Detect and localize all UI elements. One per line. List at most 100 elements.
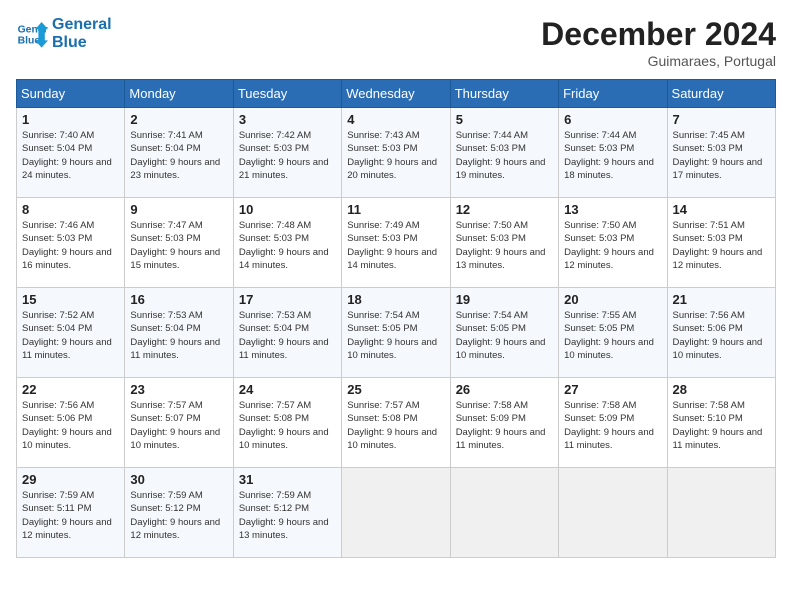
calendar-cell: 11 Sunrise: 7:49 AMSunset: 5:03 PMDayligh… [342,198,450,288]
day-number: 15 [22,292,119,307]
day-detail: Sunrise: 7:58 AMSunset: 5:09 PMDaylight:… [564,399,661,452]
day-detail: Sunrise: 7:42 AMSunset: 5:03 PMDaylight:… [239,129,336,182]
calendar-cell: 15 Sunrise: 7:52 AMSunset: 5:04 PMDayligh… [17,288,125,378]
day-number: 1 [22,112,119,127]
day-number: 29 [22,472,119,487]
day-detail: Sunrise: 7:57 AMSunset: 5:07 PMDaylight:… [130,399,227,452]
weekday-header: Wednesday [342,80,450,108]
calendar-cell: 4 Sunrise: 7:43 AMSunset: 5:03 PMDaylight… [342,108,450,198]
calendar-cell: 7Sunrise: 7:45 AMSunset: 5:03 PMDaylight… [667,108,775,198]
day-number: 17 [239,292,336,307]
day-number: 19 [456,292,553,307]
calendar-week-row: 29 Sunrise: 7:59 AMSunset: 5:11 PMDayligh… [17,468,776,558]
day-number: 27 [564,382,661,397]
day-number: 30 [130,472,227,487]
weekday-header: Thursday [450,80,558,108]
calendar-cell [559,468,667,558]
day-detail: Sunrise: 7:46 AMSunset: 5:03 PMDaylight:… [22,219,119,272]
location-subtitle: Guimaraes, Portugal [541,53,776,69]
day-number: 6 [564,112,661,127]
weekday-header: Tuesday [233,80,341,108]
calendar-cell: 9 Sunrise: 7:47 AMSunset: 5:03 PMDaylight… [125,198,233,288]
calendar-cell: 23 Sunrise: 7:57 AMSunset: 5:07 PMDayligh… [125,378,233,468]
day-detail: Sunrise: 7:59 AMSunset: 5:11 PMDaylight:… [22,489,119,542]
day-detail: Sunrise: 7:49 AMSunset: 5:03 PMDaylight:… [347,219,444,272]
day-detail: Sunrise: 7:44 AMSunset: 5:03 PMDaylight:… [564,129,661,182]
day-detail: Sunrise: 7:44 AMSunset: 5:03 PMDaylight:… [456,129,553,182]
calendar-cell: 26Sunrise: 7:58 AMSunset: 5:09 PMDayligh… [450,378,558,468]
day-number: 8 [22,202,119,217]
calendar-cell: 21Sunrise: 7:56 AMSunset: 5:06 PMDayligh… [667,288,775,378]
calendar-cell: 6 Sunrise: 7:44 AMSunset: 5:03 PMDaylight… [559,108,667,198]
calendar-cell: 2Sunrise: 7:41 AMSunset: 5:04 PMDaylight… [125,108,233,198]
day-detail: Sunrise: 7:43 AMSunset: 5:03 PMDaylight:… [347,129,444,182]
day-number: 14 [673,202,770,217]
day-number: 20 [564,292,661,307]
day-detail: Sunrise: 7:47 AMSunset: 5:03 PMDaylight:… [130,219,227,272]
weekday-header: Sunday [17,80,125,108]
day-number: 23 [130,382,227,397]
calendar-cell: 29 Sunrise: 7:59 AMSunset: 5:11 PMDayligh… [17,468,125,558]
calendar-table: SundayMondayTuesdayWednesdayThursdayFrid… [16,79,776,558]
day-number: 10 [239,202,336,217]
day-number: 22 [22,382,119,397]
day-detail: Sunrise: 7:45 AMSunset: 5:03 PMDaylight:… [673,129,770,182]
calendar-cell: 19 Sunrise: 7:54 AMSunset: 5:05 PMDayligh… [450,288,558,378]
calendar-cell: 5 Sunrise: 7:44 AMSunset: 5:03 PMDaylight… [450,108,558,198]
calendar-cell: 3 Sunrise: 7:42 AMSunset: 5:03 PMDaylight… [233,108,341,198]
weekday-header-row: SundayMondayTuesdayWednesdayThursdayFrid… [17,80,776,108]
logo-text: GeneralBlue [52,16,112,52]
title-block: December 2024 Guimaraes, Portugal [541,16,776,69]
day-number: 26 [456,382,553,397]
day-detail: Sunrise: 7:57 AMSunset: 5:08 PMDaylight:… [239,399,336,452]
calendar-cell: 24 Sunrise: 7:57 AMSunset: 5:08 PMDayligh… [233,378,341,468]
calendar-cell: 10 Sunrise: 7:48 AMSunset: 5:03 PMDayligh… [233,198,341,288]
day-number: 25 [347,382,444,397]
day-detail: Sunrise: 7:58 AMSunset: 5:10 PMDaylight:… [673,399,770,452]
day-detail: Sunrise: 7:57 AMSunset: 5:08 PMDaylight:… [347,399,444,452]
calendar-cell: 28Sunrise: 7:58 AMSunset: 5:10 PMDayligh… [667,378,775,468]
calendar-cell: 27 Sunrise: 7:58 AMSunset: 5:09 PMDayligh… [559,378,667,468]
day-number: 5 [456,112,553,127]
calendar-cell [667,468,775,558]
day-detail: Sunrise: 7:53 AMSunset: 5:04 PMDaylight:… [130,309,227,362]
calendar-cell: 30 Sunrise: 7:59 AMSunset: 5:12 PMDayligh… [125,468,233,558]
weekday-header: Friday [559,80,667,108]
calendar-cell: 14 Sunrise: 7:51 AMSunset: 5:03 PMDayligh… [667,198,775,288]
day-number: 24 [239,382,336,397]
calendar-cell: 1Sunrise: 7:40 AMSunset: 5:04 PMDaylight… [17,108,125,198]
day-detail: Sunrise: 7:59 AMSunset: 5:12 PMDaylight:… [239,489,336,542]
day-number: 12 [456,202,553,217]
day-number: 9 [130,202,227,217]
logo-icon: General Blue [16,18,48,50]
calendar-cell: 20Sunrise: 7:55 AMSunset: 5:05 PMDayligh… [559,288,667,378]
day-number: 3 [239,112,336,127]
calendar-cell: 16Sunrise: 7:53 AMSunset: 5:04 PMDayligh… [125,288,233,378]
day-detail: Sunrise: 7:51 AMSunset: 5:03 PMDaylight:… [673,219,770,272]
calendar-cell: 22Sunrise: 7:56 AMSunset: 5:06 PMDayligh… [17,378,125,468]
day-detail: Sunrise: 7:59 AMSunset: 5:12 PMDaylight:… [130,489,227,542]
day-detail: Sunrise: 7:54 AMSunset: 5:05 PMDaylight:… [347,309,444,362]
calendar-cell: 17 Sunrise: 7:53 AMSunset: 5:04 PMDayligh… [233,288,341,378]
calendar-cell: 31Sunrise: 7:59 AMSunset: 5:12 PMDayligh… [233,468,341,558]
calendar-cell: 18Sunrise: 7:54 AMSunset: 5:05 PMDayligh… [342,288,450,378]
day-number: 4 [347,112,444,127]
logo: General Blue GeneralBlue [16,16,112,52]
day-number: 11 [347,202,444,217]
calendar-cell: 12Sunrise: 7:50 AMSunset: 5:03 PMDayligh… [450,198,558,288]
day-detail: Sunrise: 7:52 AMSunset: 5:04 PMDaylight:… [22,309,119,362]
day-detail: Sunrise: 7:41 AMSunset: 5:04 PMDaylight:… [130,129,227,182]
day-detail: Sunrise: 7:48 AMSunset: 5:03 PMDaylight:… [239,219,336,272]
month-title: December 2024 [541,16,776,53]
calendar-cell: 25 Sunrise: 7:57 AMSunset: 5:08 PMDayligh… [342,378,450,468]
weekday-header: Monday [125,80,233,108]
calendar-week-row: 1Sunrise: 7:40 AMSunset: 5:04 PMDaylight… [17,108,776,198]
calendar-cell [450,468,558,558]
calendar-cell [342,468,450,558]
page-header: General Blue GeneralBlue December 2024 G… [16,16,776,69]
day-detail: Sunrise: 7:54 AMSunset: 5:05 PMDaylight:… [456,309,553,362]
day-detail: Sunrise: 7:53 AMSunset: 5:04 PMDaylight:… [239,309,336,362]
calendar-cell: 13Sunrise: 7:50 AMSunset: 5:03 PMDayligh… [559,198,667,288]
day-detail: Sunrise: 7:56 AMSunset: 5:06 PMDaylight:… [673,309,770,362]
day-detail: Sunrise: 7:50 AMSunset: 5:03 PMDaylight:… [564,219,661,272]
